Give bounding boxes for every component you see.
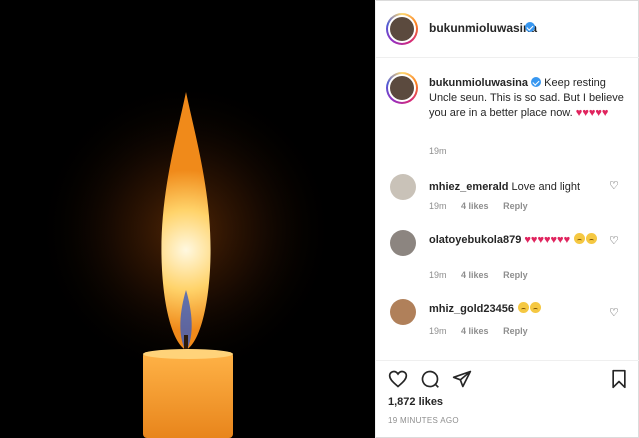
share-icon[interactable]	[452, 369, 472, 389]
comment-item: mhiz_gold23456	[429, 302, 624, 316]
comment-avatar[interactable]	[390, 230, 416, 256]
comment-reply-button[interactable]: Reply	[503, 270, 528, 280]
comment-time[interactable]: 19m	[429, 270, 447, 280]
caption-time[interactable]: 19m	[429, 146, 447, 156]
comment-time[interactable]: 19m	[429, 201, 447, 211]
comment-username[interactable]: mhiez_emerald	[429, 181, 508, 193]
caption-meta: 19m	[429, 146, 459, 156]
bookmark-icon[interactable]	[609, 369, 629, 389]
post-header: bukunmioluwasina	[376, 0, 639, 58]
header-username[interactable]: bukunmioluwasina	[429, 21, 537, 35]
sad-face-emoji	[530, 302, 542, 313]
heart-icon[interactable]	[388, 369, 408, 389]
post-image[interactable]	[0, 0, 375, 438]
comment-likes[interactable]: 4 likes	[461, 201, 489, 211]
sad-face-emoji	[574, 233, 586, 244]
caption-verified-icon	[531, 77, 542, 87]
comment-meta: 19m 4 likes Reply	[429, 326, 540, 336]
comment-item: mhiez_emerald Love and light	[429, 180, 624, 194]
comment-reply-button[interactable]: Reply	[503, 201, 528, 211]
comment-username[interactable]: olatoyebukola879	[429, 234, 521, 246]
candle-image	[0, 0, 375, 438]
post-side-panel: bukunmioluwasina bukunmioluwasina Keep r…	[375, 0, 639, 438]
caption-username[interactable]: bukunmioluwasina	[429, 77, 528, 89]
comment-meta: 19m 4 likes Reply	[429, 201, 540, 211]
comment-avatar[interactable]	[390, 299, 416, 325]
avatar[interactable]	[390, 17, 414, 41]
post-actions: 1,872 likes 19 MINUTES AGO	[376, 360, 639, 438]
comment-text: Love and light	[511, 181, 581, 193]
post-caption: bukunmioluwasina Keep resting Uncle seun…	[429, 76, 634, 121]
likes-count[interactable]: 1,872 likes	[388, 396, 443, 408]
comment-icon[interactable]	[420, 369, 440, 389]
comment-username[interactable]: mhiz_gold23456	[429, 303, 514, 315]
sad-face-emoji	[586, 233, 598, 244]
heart-emoji: ♥♥♥♥♥♥♥	[524, 234, 571, 246]
post-time-ago[interactable]: 19 MINUTES AGO	[388, 416, 459, 425]
comment-time[interactable]: 19m	[429, 326, 447, 336]
comment-like-heart-icon[interactable]: ♡	[609, 234, 619, 247]
comment-item: olatoyebukola879 ♥♥♥♥♥♥♥	[429, 233, 624, 247]
comment-like-heart-icon[interactable]: ♡	[609, 179, 619, 192]
comment-likes[interactable]: 4 likes	[461, 326, 489, 336]
caption-avatar[interactable]	[390, 76, 414, 100]
heart-emoji: ♥♥♥♥♥	[575, 107, 609, 119]
comment-reply-button[interactable]: Reply	[503, 326, 528, 336]
comment-like-heart-icon[interactable]: ♡	[609, 306, 619, 319]
sad-face-emoji	[518, 302, 530, 313]
comment-likes[interactable]: 4 likes	[461, 270, 489, 280]
comment-meta: 19m 4 likes Reply	[429, 270, 540, 280]
verified-icon	[525, 22, 535, 32]
comment-avatar[interactable]	[390, 174, 416, 200]
